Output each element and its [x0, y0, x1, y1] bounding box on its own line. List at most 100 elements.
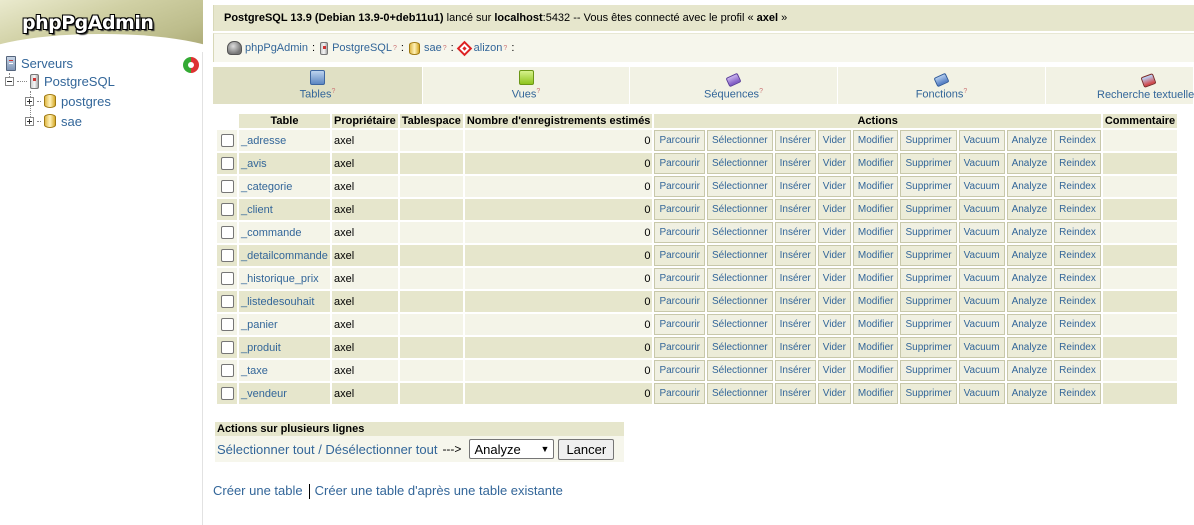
table-name-link[interactable]: _vendeur	[241, 388, 287, 400]
action-0-button[interactable]: Parcourir	[654, 291, 706, 312]
servers-link[interactable]: Serveurs	[21, 56, 73, 71]
breadcrumb-link[interactable]: sae	[424, 42, 442, 54]
row-checkbox[interactable]	[220, 134, 234, 147]
action-0-button[interactable]: Parcourir	[654, 176, 706, 197]
action-7-button[interactable]: Analyze	[1006, 337, 1053, 358]
row-checkbox[interactable]	[220, 387, 234, 400]
breadcrumb-phppgadmin[interactable]: phpPgAdmin	[227, 41, 308, 55]
row-checkbox[interactable]	[220, 157, 234, 170]
action-5-button[interactable]: Supprimer	[900, 176, 957, 197]
action-5-button[interactable]: Supprimer	[900, 383, 957, 404]
create-table-link[interactable]: Créer une table	[213, 483, 303, 498]
action-6-button[interactable]: Vacuum	[958, 268, 1005, 289]
table-name-link[interactable]: _commande	[241, 227, 302, 239]
expand-icon[interactable]	[25, 96, 34, 106]
action-7-button[interactable]: Analyze	[1006, 130, 1053, 151]
action-1-button[interactable]: Sélectionner	[707, 268, 773, 289]
tree-item-db-sae[interactable]: sae	[25, 112, 82, 130]
action-1-button[interactable]: Sélectionner	[707, 222, 773, 243]
action-5-button[interactable]: Supprimer	[900, 268, 957, 289]
row-checkbox[interactable]	[220, 249, 234, 262]
action-1-button[interactable]: Sélectionner	[707, 153, 773, 174]
tab-label[interactable]: Recherche textuelle	[1097, 89, 1194, 101]
action-8-button[interactable]: Reindex	[1054, 268, 1101, 289]
action-5-button[interactable]: Supprimer	[900, 337, 957, 358]
collapse-icon[interactable]	[5, 76, 14, 86]
action-0-button[interactable]: Parcourir	[654, 360, 706, 381]
action-8-button[interactable]: Reindex	[1054, 222, 1101, 243]
action-5-button[interactable]: Supprimer	[900, 314, 957, 335]
database-link-postgres[interactable]: postgres	[61, 94, 111, 109]
action-4-button[interactable]: Modifier	[852, 383, 899, 404]
action-5-button[interactable]: Supprimer	[900, 153, 957, 174]
action-5-button[interactable]: Supprimer	[900, 291, 957, 312]
action-2-button[interactable]: Insérer	[774, 337, 816, 358]
action-6-button[interactable]: Vacuum	[958, 291, 1005, 312]
action-8-button[interactable]: Reindex	[1054, 130, 1101, 151]
action-5-button[interactable]: Supprimer	[900, 130, 957, 151]
action-3-button[interactable]: Vider	[817, 383, 851, 404]
help-link[interactable]: ?	[393, 45, 397, 52]
action-0-button[interactable]: Parcourir	[654, 268, 706, 289]
row-checkbox[interactable]	[220, 180, 234, 193]
tab-tables[interactable]: Tables?	[213, 67, 423, 104]
refresh-icon[interactable]	[183, 57, 199, 73]
action-4-button[interactable]: Modifier	[852, 153, 899, 174]
help-link[interactable]: ?	[536, 88, 540, 95]
tab-views[interactable]: Vues?	[423, 67, 630, 104]
action-2-button[interactable]: Insérer	[774, 268, 816, 289]
action-4-button[interactable]: Modifier	[852, 314, 899, 335]
action-3-button[interactable]: Vider	[817, 199, 851, 220]
row-checkbox[interactable]	[220, 295, 234, 308]
breadcrumb-database[interactable]: sae ?	[408, 41, 447, 55]
server-link[interactable]: PostgreSQL	[44, 74, 115, 89]
action-8-button[interactable]: Reindex	[1054, 314, 1101, 335]
tab-label[interactable]: Tables	[300, 89, 332, 101]
action-3-button[interactable]: Vider	[817, 337, 851, 358]
action-2-button[interactable]: Insérer	[774, 153, 816, 174]
table-name-link[interactable]: _listedesouhait	[241, 296, 314, 308]
action-4-button[interactable]: Modifier	[852, 291, 899, 312]
help-link[interactable]: ?	[443, 45, 447, 52]
action-6-button[interactable]: Vacuum	[958, 176, 1005, 197]
row-checkbox[interactable]	[220, 226, 234, 239]
action-3-button[interactable]: Vider	[817, 268, 851, 289]
tree-item-servers[interactable]: Serveurs	[6, 54, 73, 72]
tab-label[interactable]: Fonctions	[916, 89, 964, 101]
action-8-button[interactable]: Reindex	[1054, 337, 1101, 358]
action-7-button[interactable]: Analyze	[1006, 314, 1053, 335]
table-name-link[interactable]: _panier	[241, 319, 278, 331]
row-checkbox[interactable]	[220, 203, 234, 216]
action-8-button[interactable]: Reindex	[1054, 360, 1101, 381]
action-6-button[interactable]: Vacuum	[958, 360, 1005, 381]
action-1-button[interactable]: Sélectionner	[707, 130, 773, 151]
action-2-button[interactable]: Insérer	[774, 130, 816, 151]
action-7-button[interactable]: Analyze	[1006, 222, 1053, 243]
action-6-button[interactable]: Vacuum	[958, 199, 1005, 220]
action-5-button[interactable]: Supprimer	[900, 360, 957, 381]
action-1-button[interactable]: Sélectionner	[707, 314, 773, 335]
action-4-button[interactable]: Modifier	[852, 176, 899, 197]
database-link-sae[interactable]: sae	[61, 114, 82, 129]
action-0-button[interactable]: Parcourir	[654, 383, 706, 404]
action-3-button[interactable]: Vider	[817, 360, 851, 381]
create-table-like-link[interactable]: Créer une table d'après une table exista…	[315, 483, 563, 498]
breadcrumb-link[interactable]: phpPgAdmin	[245, 42, 308, 54]
help-link[interactable]: ?	[963, 88, 967, 95]
action-4-button[interactable]: Modifier	[852, 360, 899, 381]
action-7-button[interactable]: Analyze	[1006, 199, 1053, 220]
row-checkbox[interactable]	[220, 341, 234, 354]
action-2-button[interactable]: Insérer	[774, 245, 816, 266]
phppgadmin-logo[interactable]: phpPgAdmin	[0, 0, 203, 52]
action-4-button[interactable]: Modifier	[852, 245, 899, 266]
tab-label[interactable]: Séquences	[704, 89, 759, 101]
action-8-button[interactable]: Reindex	[1054, 153, 1101, 174]
action-7-button[interactable]: Analyze	[1006, 360, 1053, 381]
action-6-button[interactable]: Vacuum	[958, 314, 1005, 335]
action-8-button[interactable]: Reindex	[1054, 176, 1101, 197]
action-4-button[interactable]: Modifier	[852, 222, 899, 243]
action-7-button[interactable]: Analyze	[1006, 291, 1053, 312]
action-6-button[interactable]: Vacuum	[958, 383, 1005, 404]
action-7-button[interactable]: Analyze	[1006, 245, 1053, 266]
action-8-button[interactable]: Reindex	[1054, 383, 1101, 404]
